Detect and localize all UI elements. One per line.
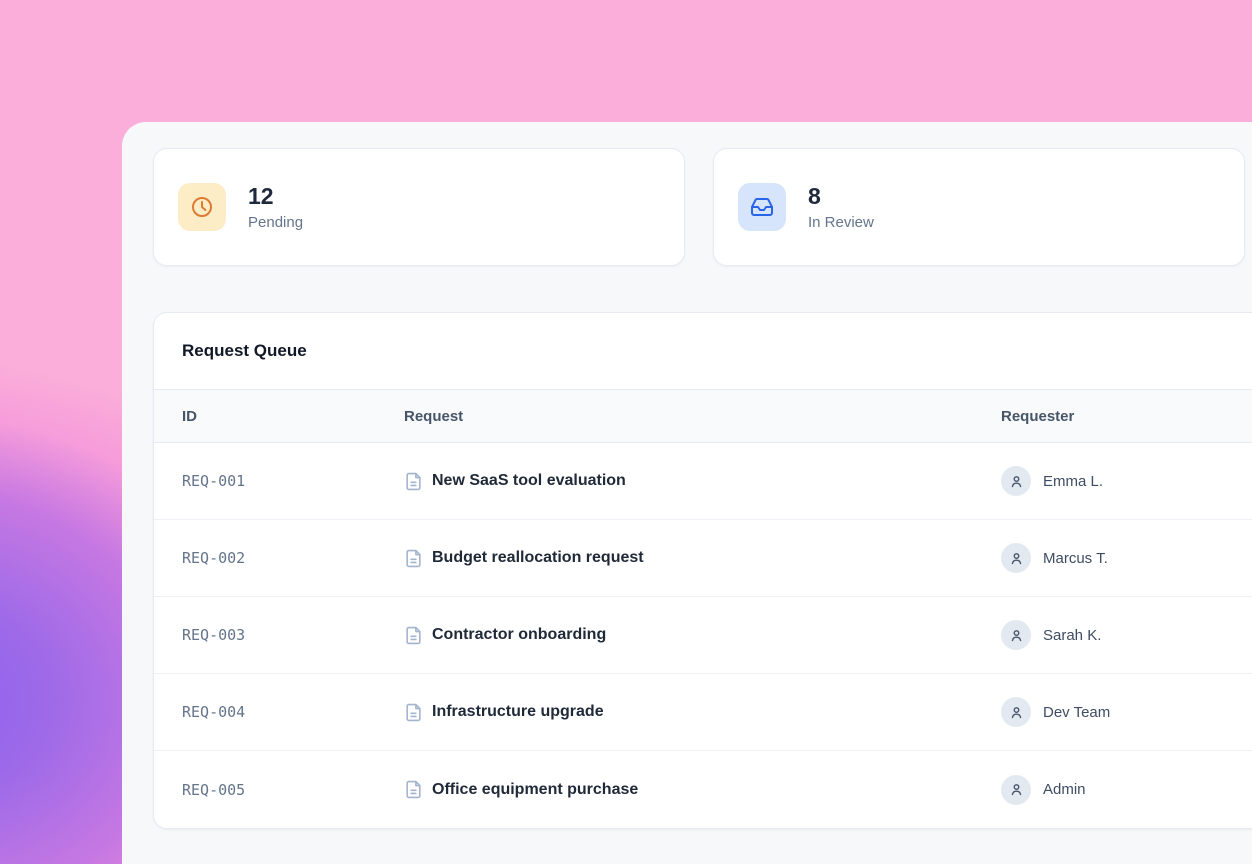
file-text-icon bbox=[404, 472, 423, 491]
request-id: REQ-004 bbox=[154, 703, 400, 721]
person-icon bbox=[1001, 466, 1031, 496]
person-icon bbox=[1001, 543, 1031, 573]
stat-text: 12 Pending bbox=[248, 183, 303, 230]
person-icon bbox=[1001, 620, 1031, 650]
background-gradient: { "colors": { "background_pink": "#fbaed… bbox=[0, 0, 1252, 864]
request-cell: Office equipment purchase bbox=[400, 780, 1001, 799]
stat-text: 8 In Review bbox=[808, 183, 874, 230]
request-cell: Contractor onboarding bbox=[400, 626, 1001, 645]
table-title: Request Queue bbox=[154, 313, 1252, 390]
request-id: REQ-002 bbox=[154, 549, 400, 567]
column-header-request: Request bbox=[400, 408, 1001, 425]
requester-cell: Emma L. bbox=[1001, 466, 1252, 496]
clock-icon bbox=[178, 183, 226, 231]
request-title: Office equipment purchase bbox=[432, 781, 638, 799]
inbox-icon bbox=[738, 183, 786, 231]
stat-card-in-review: 8 In Review bbox=[713, 148, 1245, 266]
request-title: Contractor onboarding bbox=[432, 626, 606, 644]
table-body: REQ-001 New SaaS tool evaluation Emma L. bbox=[154, 443, 1252, 828]
request-cell: New SaaS tool evaluation bbox=[400, 472, 1001, 491]
table-row[interactable]: REQ-004 Infrastructure upgrade Dev Team bbox=[154, 674, 1252, 751]
file-text-icon bbox=[404, 549, 423, 568]
pending-label: Pending bbox=[248, 214, 303, 231]
stat-card-pending: 12 Pending bbox=[153, 148, 685, 266]
person-icon bbox=[1001, 775, 1031, 805]
requester-cell: Admin bbox=[1001, 775, 1252, 805]
person-icon bbox=[1001, 697, 1031, 727]
column-header-requester: Requester bbox=[1001, 408, 1252, 425]
requester-name: Marcus T. bbox=[1043, 550, 1108, 567]
request-cell: Budget reallocation request bbox=[400, 549, 1001, 568]
table-row[interactable]: REQ-001 New SaaS tool evaluation Emma L. bbox=[154, 443, 1252, 520]
requester-name: Admin bbox=[1043, 781, 1086, 798]
main-panel: 12 Pending 8 In Review Request Queue ID … bbox=[122, 122, 1252, 864]
requester-name: Sarah K. bbox=[1043, 627, 1101, 644]
requester-cell: Marcus T. bbox=[1001, 543, 1252, 573]
table-row[interactable]: REQ-005 Office equipment purchase Admin bbox=[154, 751, 1252, 828]
requester-name: Emma L. bbox=[1043, 473, 1103, 490]
stats-row: 12 Pending 8 In Review bbox=[153, 148, 1245, 266]
request-queue-card: Request Queue ID Request Requester REQ-0… bbox=[153, 312, 1252, 829]
table-header-row: ID Request Requester bbox=[154, 390, 1252, 443]
request-title: New SaaS tool evaluation bbox=[432, 472, 626, 490]
requester-name: Dev Team bbox=[1043, 704, 1110, 721]
table-row[interactable]: REQ-002 Budget reallocation request Marc… bbox=[154, 520, 1252, 597]
request-id: REQ-001 bbox=[154, 472, 400, 490]
file-text-icon bbox=[404, 626, 423, 645]
request-id: REQ-003 bbox=[154, 626, 400, 644]
request-id: REQ-005 bbox=[154, 781, 400, 799]
column-header-id: ID bbox=[154, 408, 400, 425]
in-review-label: In Review bbox=[808, 214, 874, 231]
table-row[interactable]: REQ-003 Contractor onboarding Sarah K. bbox=[154, 597, 1252, 674]
pending-count: 12 bbox=[248, 183, 303, 209]
file-text-icon bbox=[404, 703, 423, 722]
requester-cell: Sarah K. bbox=[1001, 620, 1252, 650]
request-title: Infrastructure upgrade bbox=[432, 703, 604, 721]
request-cell: Infrastructure upgrade bbox=[400, 703, 1001, 722]
request-title: Budget reallocation request bbox=[432, 549, 644, 567]
requester-cell: Dev Team bbox=[1001, 697, 1252, 727]
file-text-icon bbox=[404, 780, 423, 799]
in-review-count: 8 bbox=[808, 183, 874, 209]
